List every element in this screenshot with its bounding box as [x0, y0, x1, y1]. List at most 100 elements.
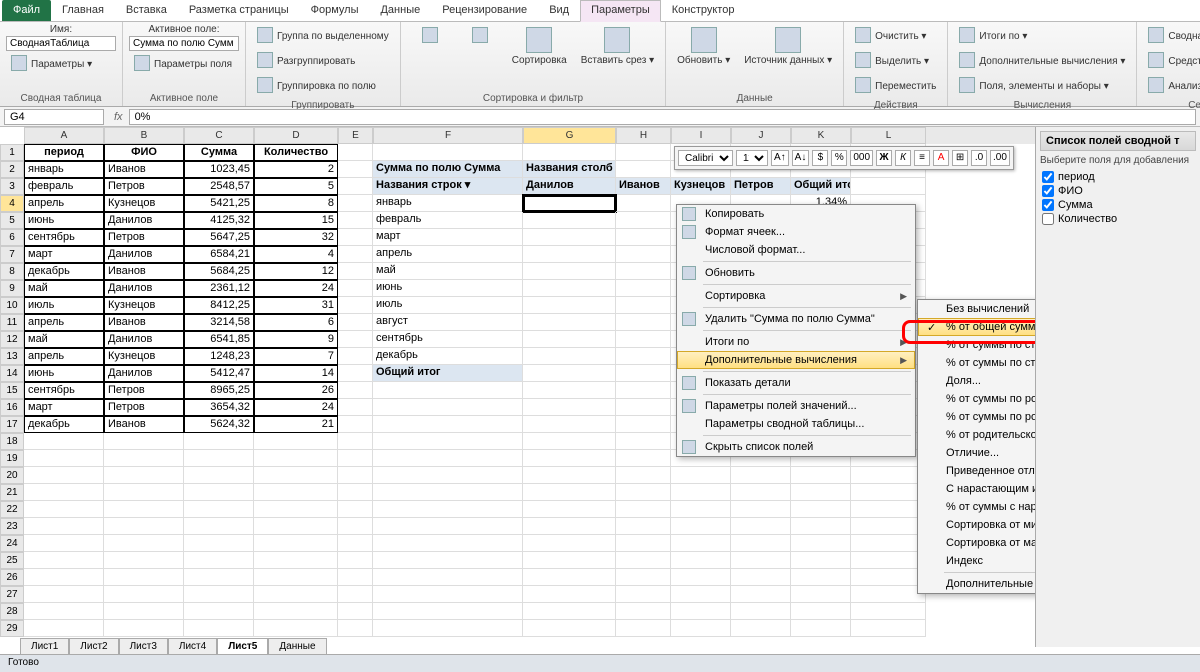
- cell[interactable]: [373, 467, 523, 484]
- cell[interactable]: [851, 569, 926, 586]
- cell[interactable]: [523, 195, 616, 212]
- cell[interactable]: [731, 569, 791, 586]
- cell[interactable]: [851, 603, 926, 620]
- cell[interactable]: [254, 586, 338, 603]
- cell[interactable]: [24, 569, 104, 586]
- cell[interactable]: [184, 569, 254, 586]
- cell[interactable]: [373, 518, 523, 535]
- cell[interactable]: 24: [254, 399, 338, 416]
- row-header[interactable]: 9: [0, 280, 24, 297]
- subctx-item[interactable]: Индекс: [918, 552, 1035, 570]
- cell[interactable]: [616, 280, 671, 297]
- cell[interactable]: [616, 246, 671, 263]
- cell[interactable]: 24: [254, 280, 338, 297]
- row-header[interactable]: 11: [0, 314, 24, 331]
- cell[interactable]: Данилов: [104, 212, 184, 229]
- cell[interactable]: 8: [254, 195, 338, 212]
- field-params-btn[interactable]: Параметры поля: [129, 52, 239, 76]
- cell[interactable]: [616, 450, 671, 467]
- cell[interactable]: февраль: [373, 212, 523, 229]
- ribbon-btn[interactable]: Выделить ▾: [850, 49, 941, 73]
- cell[interactable]: [731, 586, 791, 603]
- cell[interactable]: [523, 229, 616, 246]
- active-field-input[interactable]: [129, 36, 239, 51]
- cell[interactable]: [791, 620, 851, 637]
- cell[interactable]: [338, 161, 373, 178]
- cell[interactable]: [373, 552, 523, 569]
- cell[interactable]: [254, 501, 338, 518]
- mini-inc-dec-icon[interactable]: .0: [971, 150, 987, 166]
- cell[interactable]: Петров: [104, 229, 184, 246]
- ribbon-btn[interactable]: Очистить ▾: [850, 24, 941, 48]
- cell[interactable]: март: [24, 246, 104, 263]
- cell[interactable]: [373, 433, 523, 450]
- cell[interactable]: [523, 552, 616, 569]
- cell[interactable]: [523, 144, 616, 161]
- cell[interactable]: [523, 450, 616, 467]
- cell[interactable]: [671, 569, 731, 586]
- cell[interactable]: Иванов: [104, 416, 184, 433]
- cell[interactable]: Названия строк ▾: [373, 178, 523, 195]
- sheet-tab[interactable]: Лист4: [168, 638, 217, 654]
- slicer-btn[interactable]: Вставить срез ▾: [576, 24, 659, 91]
- cell[interactable]: [791, 535, 851, 552]
- cell[interactable]: [616, 603, 671, 620]
- col-header[interactable]: F: [373, 127, 523, 144]
- cell[interactable]: [373, 586, 523, 603]
- cell[interactable]: [338, 297, 373, 314]
- cell[interactable]: [616, 212, 671, 229]
- cell[interactable]: [523, 484, 616, 501]
- ribbon-btn[interactable]: Средства OLAP ▾: [1143, 49, 1200, 73]
- cell[interactable]: [24, 603, 104, 620]
- tab-Формулы[interactable]: Формулы: [300, 0, 370, 21]
- cell[interactable]: [338, 620, 373, 637]
- row-header[interactable]: 16: [0, 399, 24, 416]
- subctx-item[interactable]: % от родительской суммы...: [918, 426, 1035, 444]
- cell[interactable]: [338, 212, 373, 229]
- ctx-item[interactable]: Параметры полей значений...: [677, 397, 915, 415]
- cell[interactable]: апрель: [24, 348, 104, 365]
- cell[interactable]: [731, 518, 791, 535]
- row-header[interactable]: 15: [0, 382, 24, 399]
- ribbon-btn[interactable]: Анализ "что если" ▾: [1143, 74, 1200, 98]
- cell[interactable]: Данилов: [104, 331, 184, 348]
- cell[interactable]: [616, 297, 671, 314]
- mini-bold-icon[interactable]: Ж: [876, 150, 892, 166]
- mini-italic-icon[interactable]: К: [895, 150, 911, 166]
- ctx-item[interactable]: Итоги по▶: [677, 333, 915, 351]
- col-header[interactable]: A: [24, 127, 104, 144]
- cell[interactable]: [338, 399, 373, 416]
- ribbon-btn[interactable]: Сводная диаграмма: [1143, 24, 1200, 48]
- cell[interactable]: Кузнецов: [104, 297, 184, 314]
- col-header[interactable]: C: [184, 127, 254, 144]
- cell[interactable]: [851, 535, 926, 552]
- row-header[interactable]: 18: [0, 433, 24, 450]
- cell[interactable]: [104, 535, 184, 552]
- cell[interactable]: [24, 501, 104, 518]
- cell[interactable]: [254, 518, 338, 535]
- cell[interactable]: [616, 467, 671, 484]
- cell[interactable]: 5421,25: [184, 195, 254, 212]
- cell[interactable]: [338, 246, 373, 263]
- cell[interactable]: [104, 501, 184, 518]
- mini-font[interactable]: Calibri: [678, 150, 733, 166]
- cell[interactable]: [616, 569, 671, 586]
- fx-icon[interactable]: fx: [108, 111, 129, 123]
- cell[interactable]: декабрь: [24, 416, 104, 433]
- cell[interactable]: [338, 365, 373, 382]
- cell[interactable]: [338, 195, 373, 212]
- col-header[interactable]: I: [671, 127, 731, 144]
- cell[interactable]: [523, 280, 616, 297]
- cell[interactable]: 32: [254, 229, 338, 246]
- cell[interactable]: [523, 569, 616, 586]
- cell[interactable]: [254, 603, 338, 620]
- cell[interactable]: Данилов: [104, 280, 184, 297]
- tab-Данные[interactable]: Данные: [369, 0, 431, 21]
- ctx-item[interactable]: Скрыть список полей: [677, 438, 915, 456]
- cell[interactable]: [671, 586, 731, 603]
- ribbon-btn[interactable]: Итоги по ▾: [954, 24, 1130, 48]
- sort-az-btn[interactable]: [407, 24, 453, 91]
- row-header[interactable]: 28: [0, 603, 24, 620]
- cell[interactable]: август: [373, 314, 523, 331]
- cell[interactable]: [523, 535, 616, 552]
